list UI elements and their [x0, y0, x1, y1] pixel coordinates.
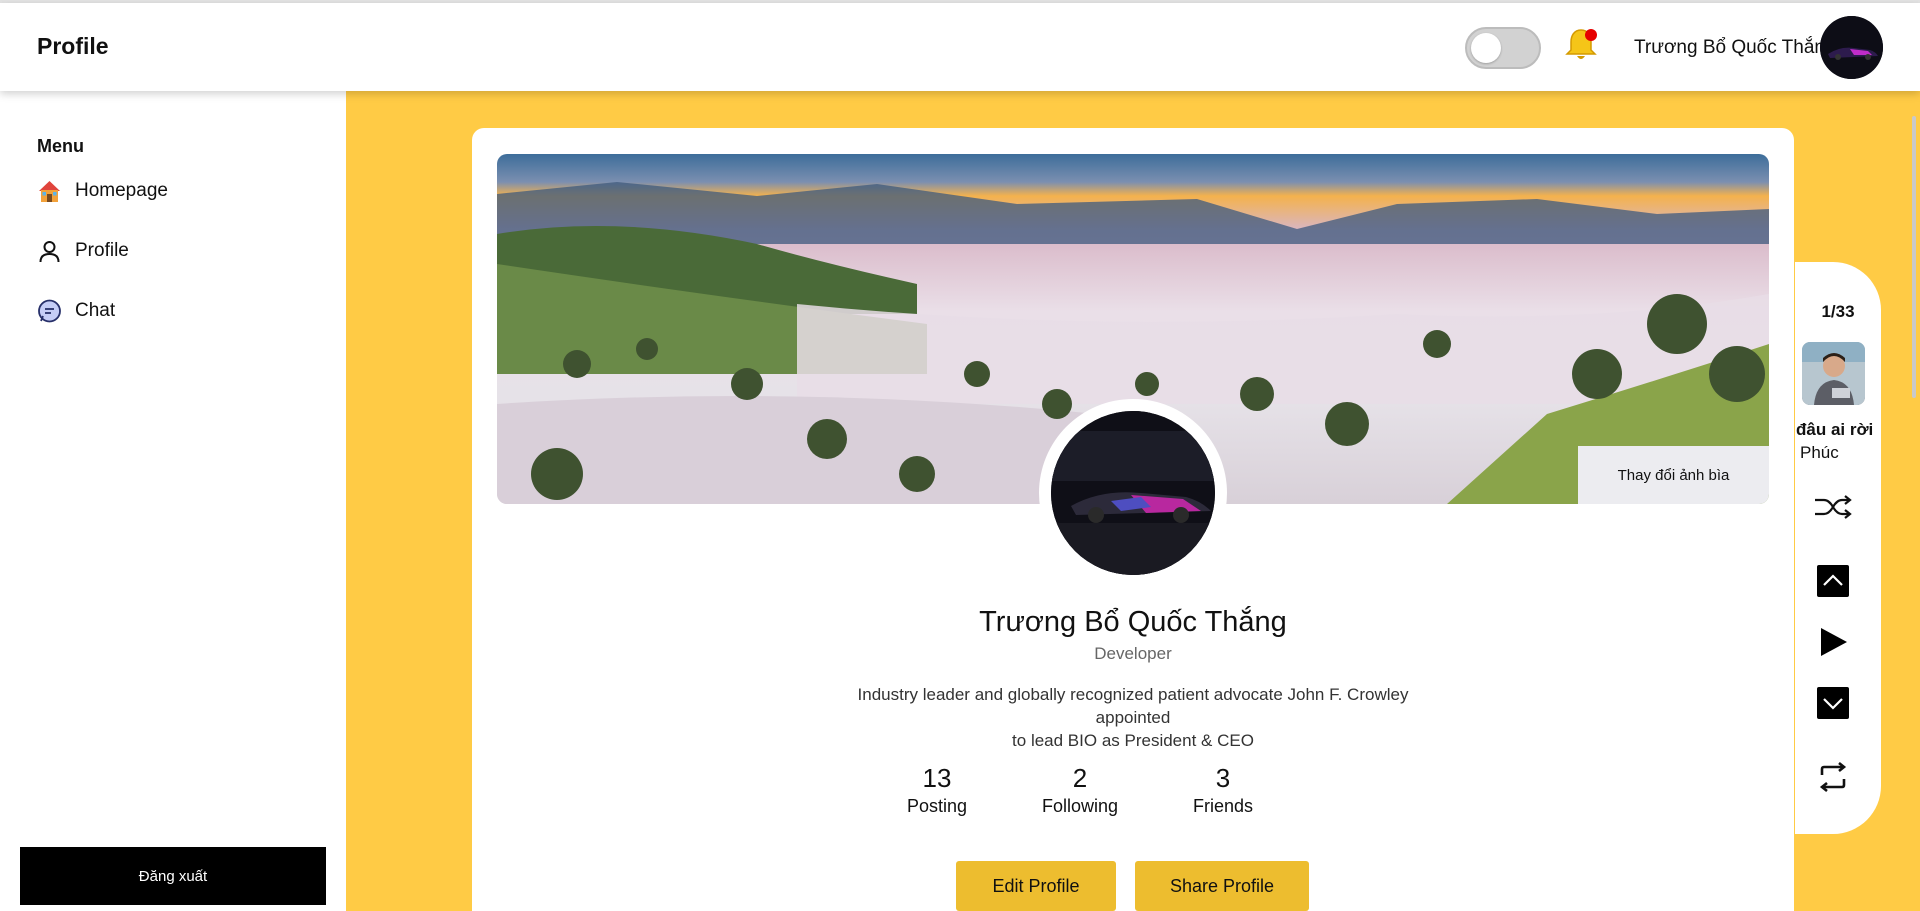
track-title: đâu ai rời	[1796, 420, 1874, 439]
theme-toggle[interactable]	[1465, 27, 1541, 69]
chevron-up-icon[interactable]	[1810, 563, 1856, 599]
home-icon	[37, 179, 62, 204]
music-player: 1/33 đâu ai rời Phúc	[1795, 262, 1881, 834]
edit-profile-button[interactable]: Edit Profile	[956, 861, 1116, 911]
profile-avatar[interactable]	[1051, 411, 1215, 575]
stat-friends[interactable]: 3 Friends	[1163, 763, 1283, 817]
profile-role: Developer	[1094, 644, 1172, 663]
profile-card: Thay đổi ảnh bìa Trương Bổ Quốc Thắng De…	[472, 128, 1794, 911]
sidebar-item-chat[interactable]: Chat	[37, 296, 115, 326]
sidebar-item-profile[interactable]: Profile	[37, 236, 129, 266]
track-counter: 1/33	[1821, 302, 1855, 321]
logout-button[interactable]: Đăng xuất	[20, 847, 326, 905]
change-cover-button[interactable]: Thay đổi ảnh bìa	[1578, 446, 1769, 504]
page-title: Profile	[37, 33, 109, 59]
stat-label: Posting	[906, 796, 968, 816]
user-icon	[37, 239, 62, 264]
chat-icon	[37, 299, 62, 324]
bell-icon[interactable]	[1564, 27, 1598, 63]
stat-value: 13	[922, 763, 952, 793]
stat-label: Friends	[1192, 796, 1254, 816]
shuffle-icon[interactable]	[1810, 489, 1856, 525]
track-artist: Phúc	[1800, 443, 1839, 462]
sidebar-item-homepage[interactable]: Homepage	[37, 176, 168, 206]
stat-value: 2	[1072, 763, 1088, 793]
notification-dot	[1585, 29, 1597, 41]
track-thumbnail	[1802, 342, 1865, 405]
toggle-knob	[1471, 33, 1501, 63]
page-scrollbar[interactable]	[1912, 116, 1916, 398]
sidebar: Menu Homepage Profile Chat Đăng xuất	[0, 91, 346, 911]
menu-heading: Menu	[37, 136, 84, 156]
stat-value: 3	[1215, 763, 1231, 793]
bio-line: to lead BIO as President & CEO	[1012, 731, 1254, 750]
stat-label: Following	[1041, 796, 1119, 816]
sidebar-item-label: Homepage	[75, 180, 168, 201]
sidebar-item-label: Profile	[75, 240, 129, 261]
top-header: Profile Trương Bổ Quốc Thắng	[0, 3, 1920, 91]
main-content: Thay đổi ảnh bìa Trương Bổ Quốc Thắng De…	[346, 91, 1920, 911]
stat-posting[interactable]: 13 Posting	[877, 763, 997, 817]
repeat-icon[interactable]	[1810, 759, 1856, 795]
share-profile-button[interactable]: Share Profile	[1135, 861, 1309, 911]
header-user-name: Trương Bổ Quốc Thắng	[1634, 37, 1836, 58]
profile-bio: Industry leader and globally recognized …	[823, 683, 1443, 752]
profile-avatar-ring	[1039, 399, 1227, 587]
bio-line: Industry leader and globally recognized …	[857, 685, 1409, 727]
play-icon[interactable]	[1810, 624, 1856, 660]
header-avatar[interactable]	[1820, 16, 1883, 79]
chevron-down-icon[interactable]	[1810, 685, 1856, 721]
profile-name: Trương Bổ Quốc Thắng	[979, 606, 1287, 638]
stat-following[interactable]: 2 Following	[1020, 763, 1140, 817]
sidebar-item-label: Chat	[75, 300, 116, 321]
